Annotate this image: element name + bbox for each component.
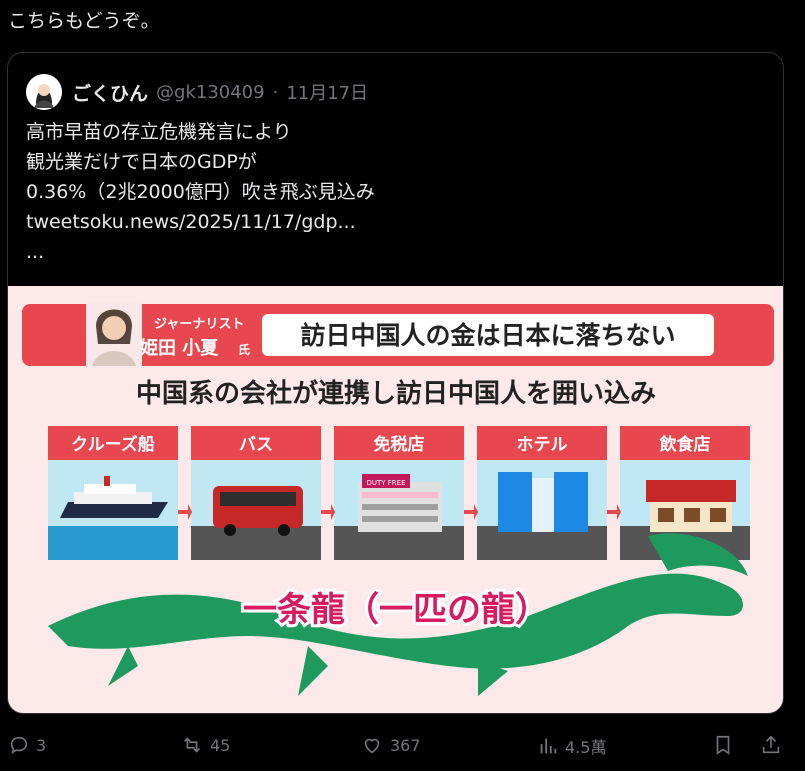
svg-text:クルーズ船: クルーズ船 (71, 434, 155, 455)
post-text: こちらもどうぞ。 (8, 10, 160, 32)
like-count: 367 (390, 735, 421, 755)
bottom-text: 一条龍（一匹の龍） (243, 590, 549, 630)
author-name[interactable]: ごくひん (72, 79, 148, 106)
retweet-button[interactable]: 45 (180, 734, 230, 756)
svg-text:免税店: 免税店 (374, 434, 425, 455)
avatar[interactable] (26, 74, 62, 110)
reply-icon (8, 734, 30, 756)
author-handle[interactable]: @gk130409 (156, 82, 265, 103)
role-label: ジャーナリスト (154, 317, 244, 332)
retweet-icon (180, 734, 204, 756)
svg-text:飲食店: 飲食店 (659, 434, 711, 455)
svg-text:バス: バス (239, 435, 273, 455)
svg-text:ホテル: ホテル (517, 435, 568, 455)
svg-text:DUTY FREE: DUTY FREE (366, 479, 405, 487)
step-cruise-ship: クルーズ船 (48, 426, 178, 560)
action-bar: 3 45 367 4.5萬 (0, 726, 805, 766)
post-date[interactable]: 11月17日 (286, 79, 368, 105)
honorific: 氏 (238, 342, 250, 357)
step-bus: バス (191, 426, 321, 560)
quoted-post-image[interactable]: ジャーナリスト 姫田 小夏 氏 訪日中国人の金は日本に落ちない 中国系の会社が連… (8, 286, 783, 713)
bookmark-button[interactable] (712, 734, 734, 756)
reply-count: 3 (36, 735, 47, 755)
image-headline: 訪日中国人の金は日本に落ちない (300, 321, 675, 350)
views-button[interactable]: 4.5萬 (537, 734, 606, 758)
quoted-post-header: ごくひん @gk130409 · 11月17日 (26, 73, 368, 111)
like-button[interactable]: 367 (360, 734, 421, 756)
quoted-post-body: 高市早苗の存立危機発言により 観光業だけで日本のGDPが 0.36%（2兆200… (26, 121, 375, 263)
person-name: 姫田 小夏 (140, 337, 219, 359)
separator-dot: · (272, 81, 279, 103)
heart-icon (360, 734, 384, 756)
bookmark-icon (712, 734, 734, 756)
share-button[interactable] (760, 734, 782, 756)
analytics-icon (537, 735, 559, 757)
share-icon (760, 734, 782, 756)
retweet-count: 45 (210, 735, 231, 755)
view-count: 4.5萬 (565, 738, 607, 757)
reply-button[interactable]: 3 (8, 734, 46, 756)
image-subheadline: 中国系の会社が連携し訪日中国人を囲い込み (136, 378, 656, 409)
step-duty-free: 免税店 DUTY FREE (334, 426, 464, 560)
step-hotel: ホテル (477, 426, 607, 560)
quoted-post[interactable]: ごくひん @gk130409 · 11月17日 高市早苗の存立危機発言により 観… (7, 52, 784, 714)
